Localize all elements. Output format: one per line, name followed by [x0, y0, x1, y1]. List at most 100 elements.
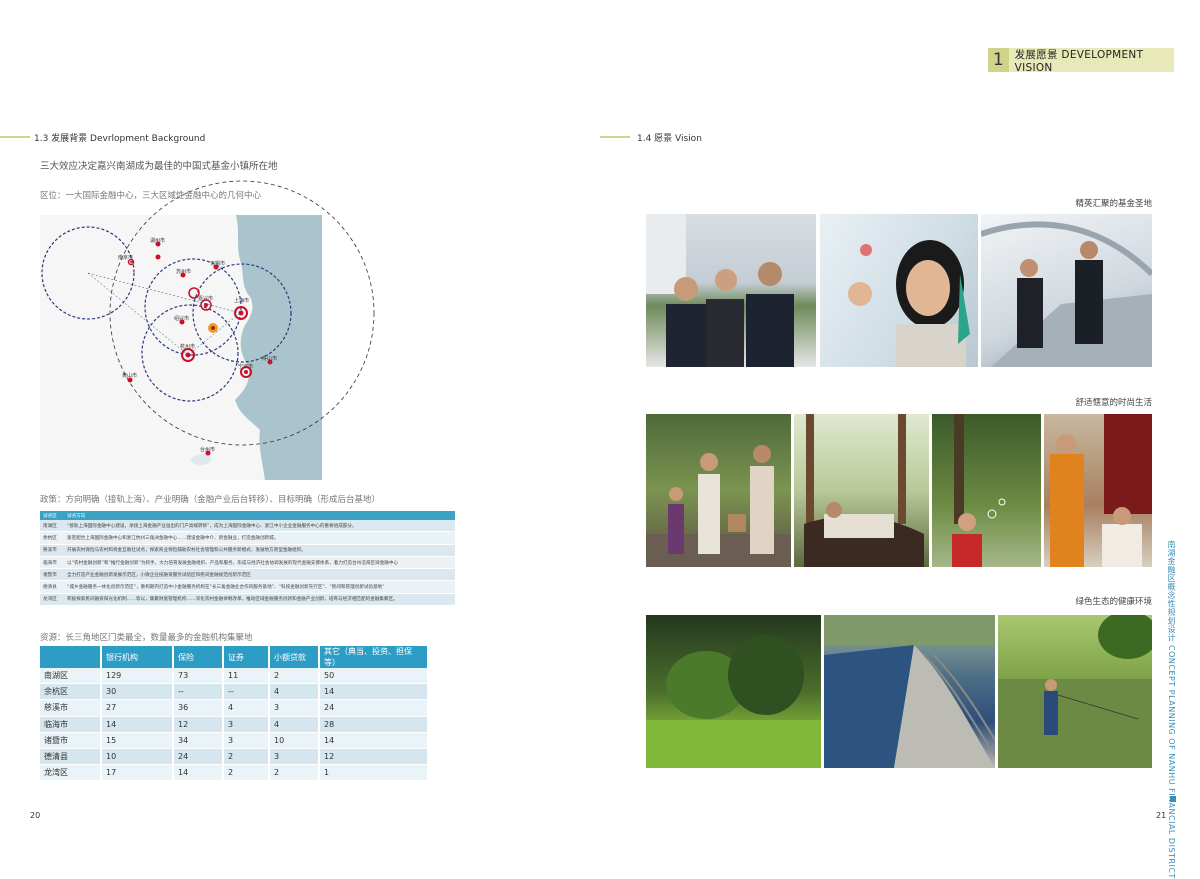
- table-cell: 南湖区: [40, 668, 102, 685]
- section-marker-left: [0, 136, 30, 138]
- table-cell: 12: [319, 748, 429, 766]
- table-cell: 24: [173, 748, 224, 766]
- table-cell: 15: [101, 732, 174, 749]
- photo-scene: [646, 635, 821, 768]
- table-cell: 4: [269, 683, 320, 701]
- photo-woman-touchscreen: [820, 214, 978, 367]
- table-cell: 3: [223, 732, 270, 749]
- col-header: 试点区: [40, 511, 64, 520]
- policy-table: 试点区 试点方向 南湖区 “接轨上海国际金融中心建设，承接上海金融产业溢出的门户高…: [40, 511, 455, 607]
- photo-man-relaxing: [794, 414, 929, 567]
- table-cell: 2: [269, 668, 320, 685]
- table-cell: 14: [319, 683, 429, 701]
- table-cell: 34: [173, 732, 224, 749]
- table-cell: 余杭区: [40, 683, 102, 701]
- suzhou-ring: [144, 258, 242, 356]
- table-row: 龙湾区 17 14 2 2 1: [40, 764, 429, 782]
- table-cell: 14: [173, 764, 224, 782]
- page-number-right: 21: [1156, 811, 1167, 820]
- photo-business-handshake: [646, 214, 816, 367]
- photo-scene: [646, 445, 791, 567]
- col-header: 证券: [223, 646, 270, 668]
- city-label: 湖州市: [150, 238, 166, 244]
- table-cell: 28: [319, 716, 429, 733]
- city-label: 无锡市: [210, 261, 226, 267]
- city-label: 台州市: [200, 447, 216, 453]
- policy-note: 政策：方向明确（接轨上海）、产业明确（金融产业后台转移）、目标明确（形成后台基地…: [40, 495, 381, 505]
- table-row: 诸暨市 全力打造产业金融创新发展示范区，小微企业投融资服务试验区和民间金融规范创新…: [40, 568, 455, 582]
- caption-elite: 精英汇聚的基金圣地: [1075, 199, 1152, 209]
- table-cell: 1: [319, 764, 429, 782]
- table-cell: 129: [101, 668, 174, 685]
- table-cell: 3: [223, 716, 270, 733]
- table-row: 临海市 以“农村金融创新”和“推行金融创新”为抓手，大力培育发展金融组织、产品和服…: [40, 556, 455, 570]
- page-number-left: 20: [30, 811, 41, 820]
- table-cell: 4: [269, 716, 320, 733]
- table-cell: 德清县: [40, 580, 64, 594]
- table-cell: 27: [101, 699, 174, 717]
- city-label: 苏州市: [176, 269, 192, 275]
- table-cell: 紧密配合上海国际金融中心和浙江杭州三角洲金融中心……建设金融中介、新金融业，打造…: [64, 531, 455, 545]
- page-subtitle: 三大效应决定嘉兴南湖成为最佳的中国式基金小镇所在地: [40, 161, 278, 172]
- photo-scene: [998, 615, 1152, 768]
- photo-scene: [646, 214, 794, 367]
- chapter-number: 1: [988, 48, 1009, 72]
- section-marker-right: [600, 136, 630, 138]
- table-cell: 慈溪市: [40, 699, 102, 717]
- photo-scene: [952, 414, 1006, 567]
- table-cell: --: [223, 683, 270, 701]
- table-cell: 临海市: [40, 716, 102, 733]
- corner-square: [1170, 796, 1176, 802]
- table-row: 余杭区 紧密配合上海国际金融中心和浙江杭州三角洲金融中心……建设金融中介、新金融业…: [40, 531, 455, 545]
- chapter-header: 1 发展愿景 DEVELOPMENT VISION: [988, 48, 1174, 74]
- table-row: 临海市 14 12 3 4 28: [40, 716, 429, 733]
- photo-scene: [981, 221, 1152, 367]
- table-cell: 3: [269, 699, 320, 717]
- regional-map: 湖州市 南京市 苏州市 无锡市 嘉兴市 上海市 杭州市 绍兴市 宁波市 黄山市 …: [40, 180, 375, 480]
- table-cell: 余杭区: [40, 531, 64, 545]
- table-cell: 积极探索民间融资阳光化机制……等以，集聚财富管理机构……深化农村金融体制改革，推…: [64, 593, 455, 607]
- hangzhou-ring: [141, 304, 239, 402]
- resource-note: 资源：长三角地区门类最全，数量最多的金融机构集聚地: [40, 633, 253, 643]
- table-row: 慈溪市 开展农村保险与农村和资金互助社试点，探索商业保险辅助农村社会管理和公共服务…: [40, 544, 455, 557]
- table-cell: 11: [223, 668, 270, 685]
- resource-table: 银行机构 保险 证券 小额贷款 其它（典当、投资、担保等） 南湖区 129 73 11…: [40, 646, 429, 782]
- city-label: 上海市: [234, 298, 250, 304]
- table-cell: 10: [269, 732, 320, 749]
- table-cell: 开展农村保险与农村和资金互助社试点，探索商业保险辅助农村社会管理和公共服务新模式…: [64, 544, 455, 557]
- vertical-project-title: 南湖金融区概念性规划设计 CONCEPT PLANNING OF NANHU F…: [1167, 540, 1176, 879]
- policy-table-header: 试点区 试点方向: [40, 511, 455, 520]
- table-cell: 全力打造产业金融创新发展示范区，小微企业投融资服务试验区和民间金融规范创新示范区: [64, 568, 455, 582]
- table-cell: 德清县: [40, 748, 102, 766]
- table-cell: 诸暨市: [40, 568, 64, 582]
- city-label: 嘉兴市: [198, 296, 214, 302]
- table-cell: 36: [173, 699, 224, 717]
- photo-green-park: [646, 615, 821, 768]
- table-cell: 30: [101, 683, 174, 701]
- table-cell: 12: [173, 716, 224, 733]
- table-row: 龙湾区 积极探索民间融资阳光化机制……等以，集聚财富管理机构……深化农村金融体制改…: [40, 593, 455, 607]
- city-label: 黄山市: [122, 373, 138, 379]
- table-cell: 2: [269, 764, 320, 782]
- table-row: 南湖区 “接轨上海国际金融中心建设，承接上海金融产业溢出的门户高端转移”，成为上海…: [40, 520, 455, 533]
- photo-lake-fishing: [998, 615, 1152, 768]
- section-title-background: 1.3 发展背景 Devrlopment Background: [34, 134, 206, 144]
- city-label: 杭州市: [180, 344, 196, 350]
- photo-scene: [1050, 414, 1152, 567]
- table-cell: 2: [223, 764, 270, 782]
- photo-family-walk: [646, 414, 791, 567]
- col-header: 小额贷款: [269, 646, 320, 668]
- city-label: 宁波市: [238, 364, 254, 370]
- table-row: 德清县 10 24 2 3 12: [40, 748, 429, 766]
- city-label: 南京市: [118, 255, 134, 261]
- map-graphic: [41, 180, 375, 480]
- table-cell: 3: [269, 748, 320, 766]
- chapter-title: 发展愿景 DEVELOPMENT VISION: [1014, 48, 1144, 74]
- table-cell: 慈溪市: [40, 544, 64, 557]
- photo-cafe-women: [1044, 414, 1152, 567]
- location-note: 区位：一大国际金融中心，三大区域性金融中心的几何中心: [40, 191, 262, 201]
- col-header: 试点方向: [64, 511, 455, 520]
- table-cell: 南湖区: [40, 520, 64, 533]
- table-cell: 龙湾区: [40, 764, 102, 782]
- col-header: 其它（典当、投资、担保等）: [319, 646, 429, 668]
